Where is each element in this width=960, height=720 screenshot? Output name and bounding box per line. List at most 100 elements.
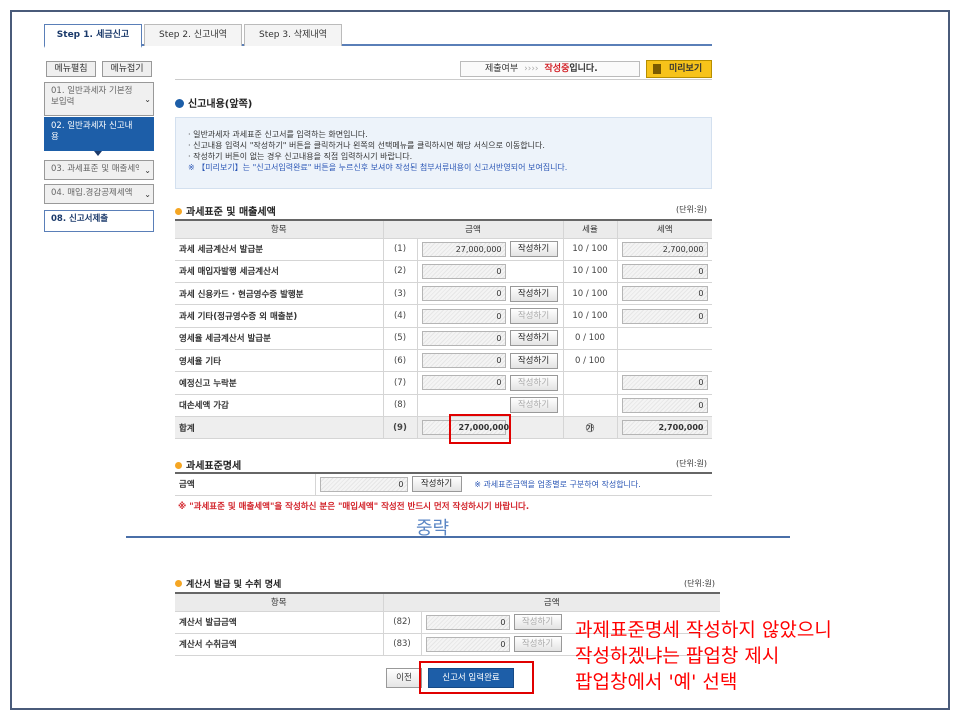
- write-button[interactable]: 작성하기: [513, 614, 562, 631]
- table-row: 영세율 세금계산서 발급분 (5) 0 작성하기 0 / 100: [175, 327, 712, 350]
- tab-step3[interactable]: Step 3. 삭제내역: [244, 24, 342, 46]
- bullet-icon: [175, 580, 182, 587]
- preview-label: 미리보기: [669, 64, 703, 74]
- column-header: 항목: [175, 219, 384, 239]
- row-label: 계산서 발급금액: [175, 611, 384, 634]
- sidebar-item-label: 04. 매입.경감공제세액: [51, 188, 133, 198]
- row-number: (6): [383, 349, 418, 373]
- table-row: 예정신고 누락분 (7) 0 작성하기 0: [175, 371, 712, 395]
- write-button[interactable]: 작성하기: [513, 636, 562, 653]
- row-label: 과세 기타(정규영수증 외 매출분): [175, 304, 384, 328]
- submission-status: 제출여부 ›››› 작성중입니다.: [460, 61, 640, 77]
- tax-rate: 10 / 100: [563, 238, 618, 261]
- amount-field[interactable]: 0: [421, 286, 506, 302]
- row-number: (8): [383, 394, 418, 417]
- tax-field[interactable]: 0: [621, 397, 708, 413]
- row-label: 영세율 기타: [175, 349, 384, 373]
- tab-step2[interactable]: Step 2. 신고내역: [144, 24, 242, 46]
- tax-field[interactable]: 0: [621, 286, 708, 302]
- row-number: (5): [383, 327, 418, 350]
- write-button[interactable]: 작성하기: [509, 352, 558, 369]
- total-tax-field[interactable]: 2,700,000: [621, 420, 708, 436]
- row-number: (3): [383, 282, 418, 306]
- column-header: 세율: [563, 219, 618, 239]
- table-row: 과세 신용카드 · 현금영수증 발행분 (3) 0 작성하기 10 / 100 0: [175, 282, 712, 306]
- section-title: 신고내용(앞쪽): [175, 95, 252, 110]
- amount-field[interactable]: 27,000,000: [421, 241, 506, 257]
- write-button[interactable]: 작성하기: [509, 241, 558, 258]
- section-divider: [126, 536, 790, 538]
- write-button[interactable]: 작성하기: [509, 308, 558, 325]
- row-label: 금액: [175, 471, 316, 496]
- prev-button[interactable]: 이전: [386, 668, 422, 688]
- unit-label: (단위:원): [684, 579, 716, 588]
- write-button[interactable]: 작성하기: [509, 330, 558, 347]
- row-label: 과세 세금계산서 발급분: [175, 238, 384, 261]
- sidebar-item-submit[interactable]: 08. 신고서제출: [44, 210, 154, 232]
- info-line: · 작성하기 버튼이 없는 경우 신고내용을 직접 입력하시기 바랍니다.: [188, 152, 413, 161]
- bullet-icon: [175, 99, 184, 108]
- amount-field[interactable]: 0: [421, 308, 506, 324]
- tax-field[interactable]: 0: [621, 375, 708, 391]
- tab-step1[interactable]: Step 1. 세금신고: [44, 24, 142, 48]
- row-label: 예정신고 누락분: [175, 371, 384, 395]
- tax-rate: 10 / 100: [563, 304, 618, 328]
- document-icon: [653, 64, 661, 74]
- row-label: 대손세액 가감: [175, 394, 384, 417]
- row-label: 계산서 수취금액: [175, 633, 384, 657]
- table-row: 금액 0 작성하기 ※ 과세표준금액을 업종별로 구분하여 작성합니다.: [175, 471, 712, 496]
- amount-field[interactable]: 0: [319, 476, 408, 492]
- total-row: 합계 (9) 27,000,000 ㉮ 2,700,000: [175, 416, 712, 440]
- invoice-table-title-text: 계산서 발급 및 수취 명세: [186, 580, 282, 590]
- base-table: 금액 0 작성하기 ※ 과세표준금액을 업종별로 구분하여 작성합니다.: [175, 471, 712, 496]
- amount-field[interactable]: 0: [421, 375, 506, 391]
- table-row: 영세율 기타 (6) 0 작성하기 0 / 100: [175, 349, 712, 373]
- row-number: (83): [383, 633, 422, 657]
- warning-text: ※ "과세표준 및 매출세액"을 작성하신 분은 "매입세액" 작성전 반드시 …: [178, 502, 530, 512]
- info-note: ※ 【미리보기】는 "신고서입력완료" 버튼을 누르신후 보셔야 작성된 첨부서…: [188, 163, 568, 172]
- sidebar-item-basic-info[interactable]: 01. 일반과세자 기본정보입력 ⌄: [44, 82, 154, 116]
- amount-field[interactable]: 0: [421, 353, 506, 369]
- sidebar-item-report-content[interactable]: 02. 일반과세자 신고내용: [44, 117, 154, 151]
- callout-line: 팝업창에서 '예' 선택: [575, 671, 738, 693]
- amount-field[interactable]: 0: [425, 614, 510, 630]
- unit-label: (단위:원): [676, 205, 708, 214]
- sidebar-item-purchase[interactable]: 04. 매입.경감공제세액 ⌄: [44, 184, 154, 204]
- write-button[interactable]: 작성하기: [509, 374, 558, 391]
- highlight-box: [419, 661, 534, 694]
- row-label: 과세 신용카드 · 현금영수증 발행분: [175, 282, 384, 306]
- row-number: (4): [383, 304, 418, 328]
- amount-field[interactable]: 0: [421, 263, 506, 279]
- info-box: · 일반과세자 과세표준 신고서를 입력하는 화면입니다. · 신고내용 입력시…: [175, 117, 712, 189]
- callout-line: 과제표준명세 작성하지 않았으니: [575, 619, 832, 641]
- menu-expand-button[interactable]: 메뉴펼침: [46, 61, 96, 77]
- status-label: 제출여부: [485, 64, 519, 74]
- tax-table-title: 과세표준 및 매출세액: [175, 203, 276, 218]
- row-label: 과세 매입자발행 세금계산서: [175, 260, 384, 284]
- table-header-row: 항목 금액: [175, 592, 720, 612]
- tax-field[interactable]: 0: [621, 308, 708, 324]
- sidebar-item-tax-base[interactable]: 03. 과세표준 및 매출세액 ⌄: [44, 160, 154, 180]
- row-number: (7): [383, 371, 418, 395]
- unit-label: (단위:원): [676, 459, 708, 468]
- tax-rate: 0 / 100: [563, 349, 618, 373]
- tax-field[interactable]: 0: [621, 263, 708, 279]
- menu-collapse-button[interactable]: 메뉴접기: [102, 61, 152, 77]
- amount-field[interactable]: 0: [425, 636, 510, 652]
- row-number: (1): [383, 238, 418, 261]
- amount-field[interactable]: 0: [421, 330, 506, 346]
- chevron-down-icon: ⌄: [144, 95, 151, 104]
- bullet-icon: [175, 208, 182, 215]
- info-line: · 신고내용 입력시 "작성하기" 버튼을 클릭하거나 왼쪽의 선택메뉴를 클릭…: [188, 141, 545, 150]
- tax-field[interactable]: 2,700,000: [621, 241, 708, 257]
- status-state: 작성중: [544, 64, 570, 74]
- write-button[interactable]: 작성하기: [509, 397, 558, 414]
- sidebar-item-label: 03. 과세표준 및 매출세액: [51, 164, 139, 174]
- column-header: 세액: [617, 219, 712, 239]
- callout-line: 작성하겠냐는 팝업창 제시: [575, 645, 780, 667]
- column-header: 금액: [383, 592, 720, 612]
- bullet-icon: [175, 462, 182, 469]
- preview-button[interactable]: 미리보기: [646, 60, 712, 78]
- write-button[interactable]: 작성하기: [509, 285, 558, 302]
- write-button[interactable]: 작성하기: [411, 476, 462, 493]
